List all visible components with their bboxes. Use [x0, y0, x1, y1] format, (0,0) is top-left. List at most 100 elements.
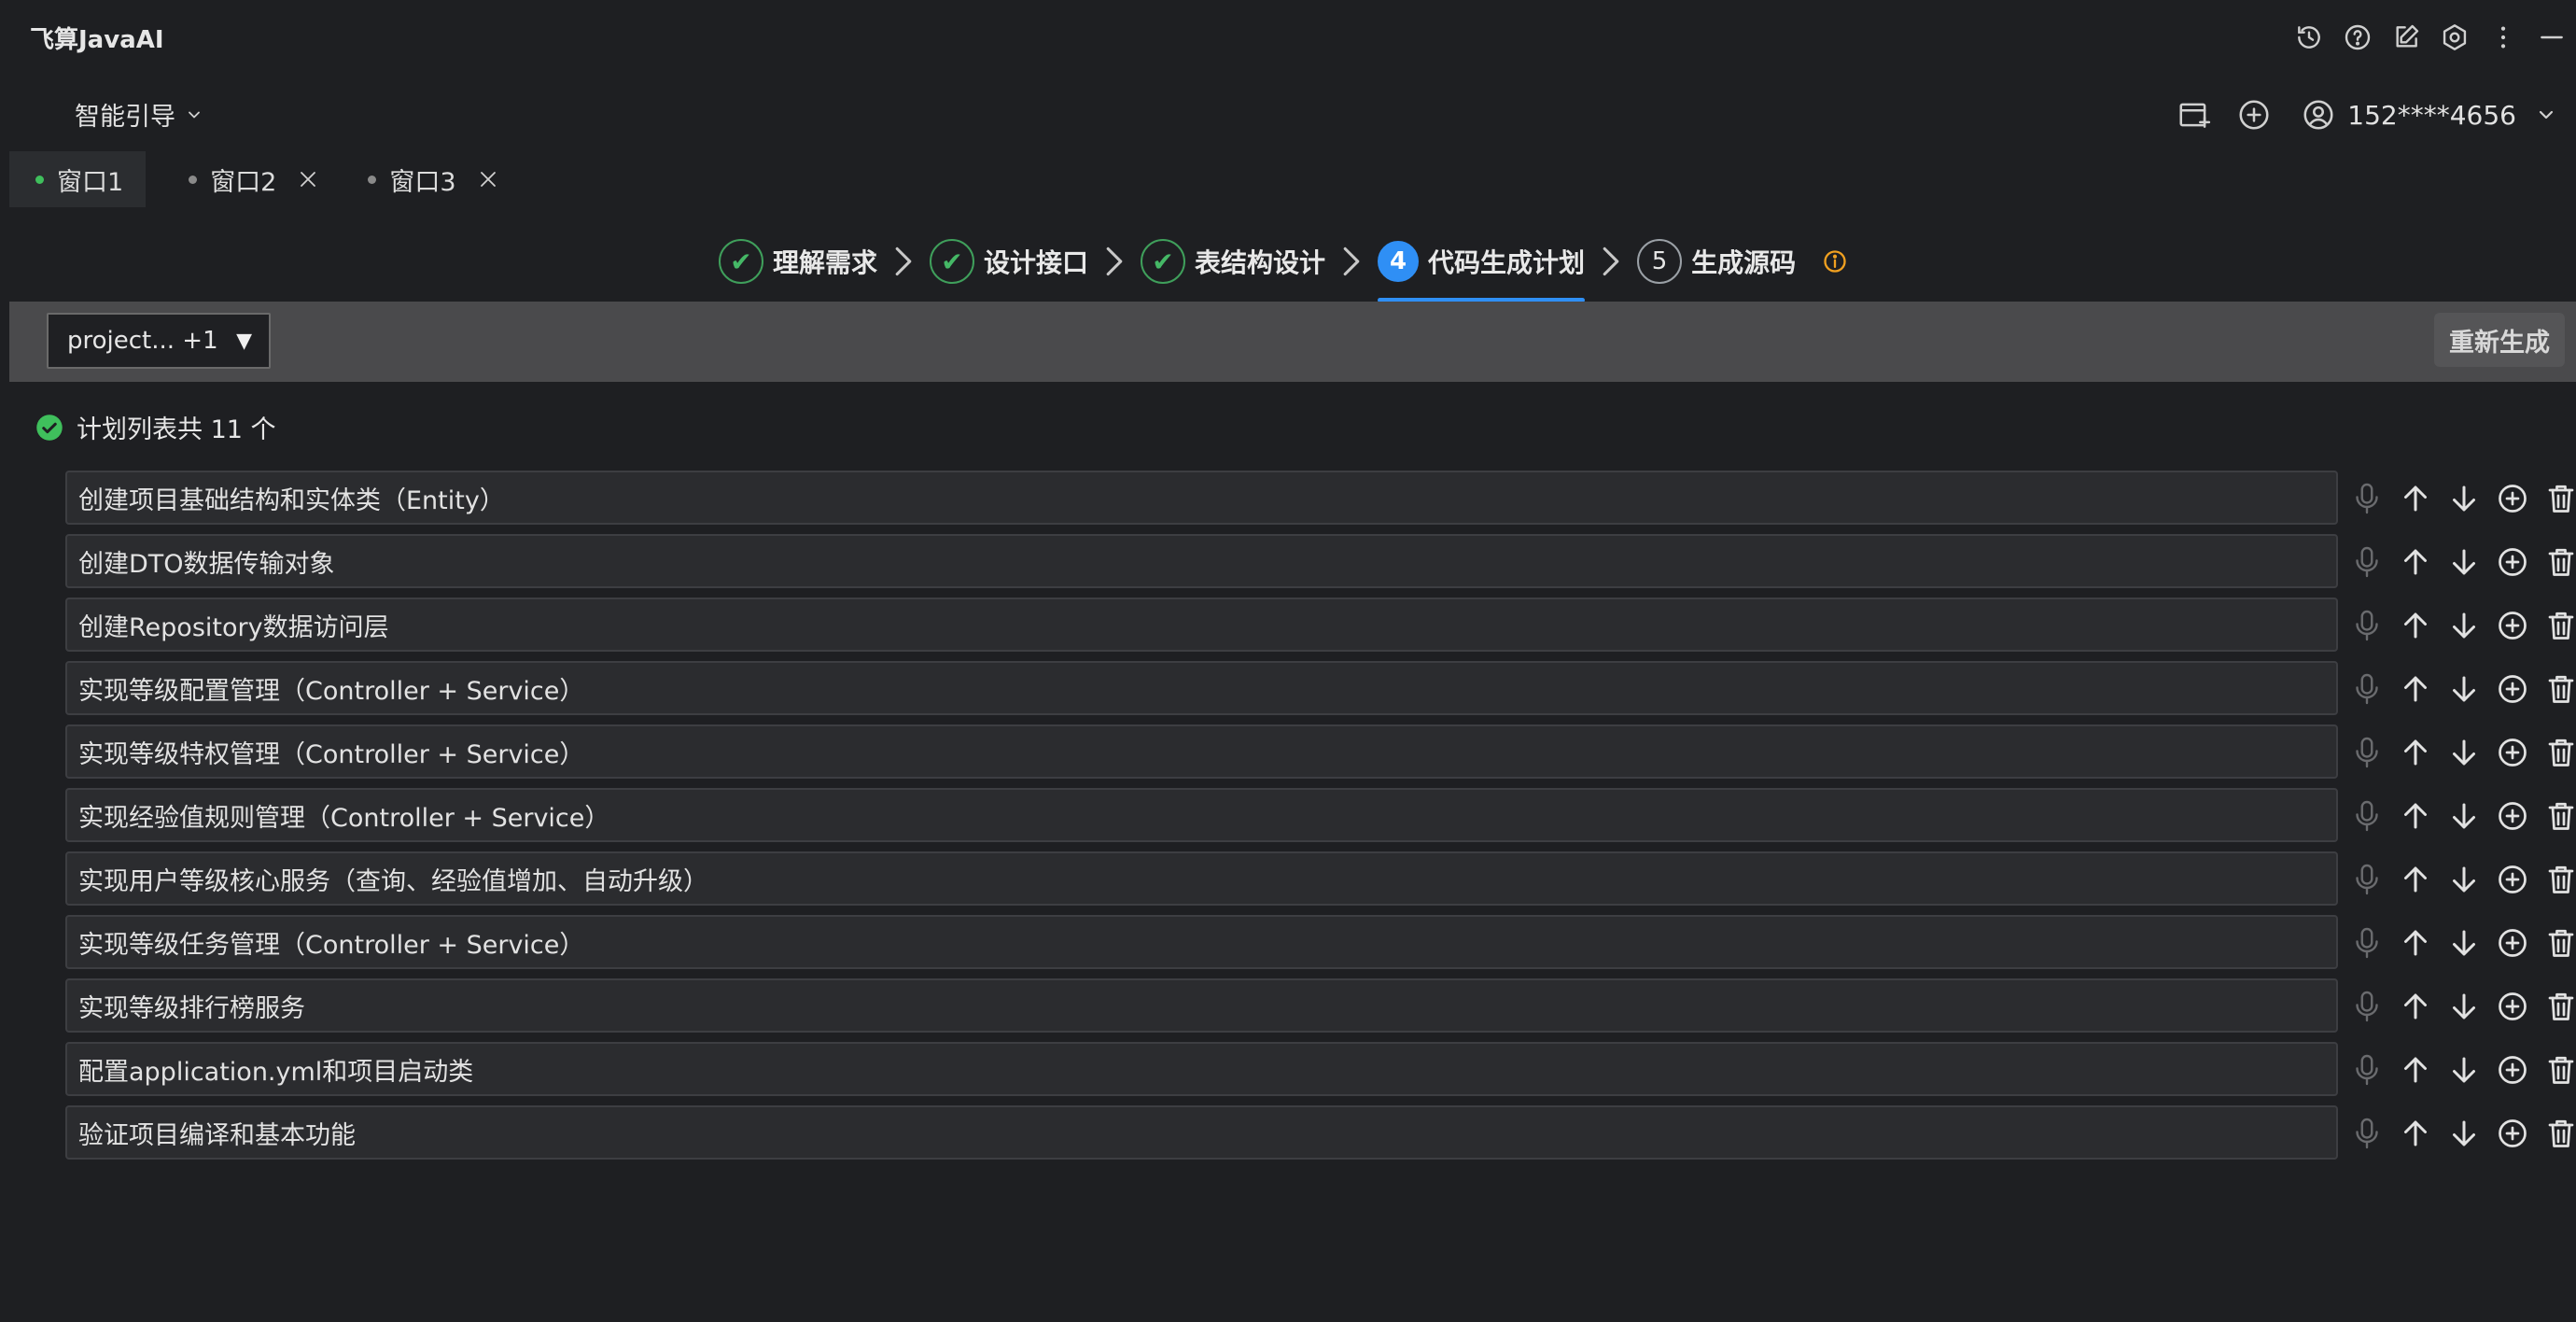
tab-window-1[interactable]: 窗口1 — [9, 151, 147, 207]
microphone-icon[interactable] — [2343, 1107, 2391, 1160]
microphone-icon[interactable] — [2343, 917, 2391, 969]
move-down-icon[interactable] — [2440, 536, 2488, 588]
add-item-icon[interactable] — [2488, 599, 2537, 652]
move-up-icon[interactable] — [2391, 726, 2440, 779]
move-down-icon[interactable] — [2440, 917, 2488, 969]
minimize-icon[interactable] — [2527, 17, 2576, 58]
move-down-icon[interactable] — [2440, 853, 2488, 906]
move-down-icon[interactable] — [2440, 472, 2488, 525]
move-up-icon[interactable] — [2391, 599, 2440, 652]
tab-status-dot — [189, 175, 198, 184]
move-up-icon[interactable] — [2391, 790, 2440, 842]
move-down-icon[interactable] — [2440, 1107, 2488, 1160]
microphone-icon[interactable] — [2343, 472, 2391, 525]
add-item-icon[interactable] — [2488, 1107, 2537, 1160]
plan-item-input[interactable]: 实现用户等级核心服务（查询、经验值增加、自动升级） — [65, 851, 2338, 906]
step-table-design[interactable]: ✔ 表结构设计 — [1141, 228, 1325, 295]
new-window-icon[interactable] — [2164, 92, 2224, 137]
plan-item-row: 配置application.yml和项目启动类 — [65, 1042, 2574, 1105]
add-item-icon[interactable] — [2488, 790, 2537, 842]
move-up-icon[interactable] — [2391, 472, 2440, 525]
plan-item-input[interactable]: 创建Repository数据访问层 — [65, 598, 2338, 652]
microphone-icon[interactable] — [2343, 853, 2391, 906]
history-icon[interactable] — [2285, 17, 2333, 58]
settings-icon[interactable] — [2430, 17, 2479, 58]
step-code-plan[interactable]: 4 代码生成计划 — [1378, 228, 1586, 302]
move-up-icon[interactable] — [2391, 917, 2440, 969]
move-down-icon[interactable] — [2440, 726, 2488, 779]
delete-icon[interactable] — [2537, 599, 2576, 652]
microphone-icon[interactable] — [2343, 663, 2391, 715]
move-up-icon[interactable] — [2391, 663, 2440, 715]
delete-icon[interactable] — [2537, 726, 2576, 779]
microphone-icon[interactable] — [2343, 1044, 2391, 1096]
step-understand-requirements[interactable]: ✔ 理解需求 — [719, 228, 877, 295]
plan-item-input[interactable]: 配置application.yml和项目启动类 — [65, 1042, 2338, 1096]
microphone-icon[interactable] — [2343, 726, 2391, 779]
move-up-icon[interactable] — [2391, 853, 2440, 906]
user-menu[interactable]: 152****4656 — [2301, 97, 2557, 133]
delete-icon[interactable] — [2537, 1107, 2576, 1160]
move-down-icon[interactable] — [2440, 980, 2488, 1033]
plan-item-input[interactable]: 实现等级任务管理（Controller + Service） — [65, 915, 2338, 969]
delete-icon[interactable] — [2537, 917, 2576, 969]
guide-dropdown[interactable]: 智能引导 — [75, 96, 203, 133]
edit-icon[interactable] — [2382, 17, 2430, 58]
delete-icon[interactable] — [2537, 853, 2576, 906]
app-window: 飞算JavaAI 智能引导 152****4656 窗口1 窗口2 窗口3 ✔ … — [0, 0, 2576, 1322]
plan-item-text: 创建Repository数据访问层 — [78, 612, 389, 642]
plan-item-input[interactable]: 实现等级配置管理（Controller + Service） — [65, 661, 2338, 715]
move-up-icon[interactable] — [2391, 536, 2440, 588]
project-select[interactable]: project... +1 ▼ — [47, 313, 271, 369]
move-up-icon[interactable] — [2391, 980, 2440, 1033]
plan-item-actions — [2343, 472, 2576, 525]
help-icon[interactable] — [2333, 17, 2382, 58]
plan-item-row: 验证项目编译和基本功能 — [65, 1105, 2574, 1169]
move-down-icon[interactable] — [2440, 1044, 2488, 1096]
microphone-icon[interactable] — [2343, 536, 2391, 588]
close-icon[interactable] — [477, 168, 499, 190]
move-down-icon[interactable] — [2440, 663, 2488, 715]
microphone-icon[interactable] — [2343, 980, 2391, 1033]
delete-icon[interactable] — [2537, 1044, 2576, 1096]
add-item-icon[interactable] — [2488, 472, 2537, 525]
more-options-icon[interactable] — [2479, 17, 2527, 58]
microphone-icon[interactable] — [2343, 790, 2391, 842]
move-down-icon[interactable] — [2440, 599, 2488, 652]
move-up-icon[interactable] — [2391, 1044, 2440, 1096]
add-icon[interactable] — [2224, 92, 2284, 137]
regenerate-button[interactable]: 重新生成 — [2434, 313, 2565, 367]
plan-item-input[interactable]: 实现等级排行榜服务 — [65, 978, 2338, 1033]
step-generate-source[interactable]: 5 生成源码 — [1637, 228, 1796, 295]
add-item-icon[interactable] — [2488, 853, 2537, 906]
delete-icon[interactable] — [2537, 980, 2576, 1033]
add-item-icon[interactable] — [2488, 536, 2537, 588]
info-icon[interactable] — [1822, 248, 1848, 274]
add-item-icon[interactable] — [2488, 917, 2537, 969]
step-design-api[interactable]: ✔ 设计接口 — [930, 228, 1088, 295]
tab-window-2[interactable]: 窗口2 — [162, 151, 342, 207]
delete-icon[interactable] — [2537, 472, 2576, 525]
plan-item-actions — [2343, 599, 2576, 652]
plan-item-input[interactable]: 实现经验值规则管理（Controller + Service） — [65, 788, 2338, 842]
delete-icon[interactable] — [2537, 536, 2576, 588]
check-circle-icon — [36, 414, 63, 441]
add-item-icon[interactable] — [2488, 980, 2537, 1033]
close-icon[interactable] — [297, 168, 319, 190]
guide-label: 智能引导 — [75, 103, 175, 132]
plan-item-input[interactable]: 实现等级特权管理（Controller + Service） — [65, 724, 2338, 779]
add-item-icon[interactable] — [2488, 663, 2537, 715]
move-down-icon[interactable] — [2440, 790, 2488, 842]
plan-item-input[interactable]: 验证项目编译和基本功能 — [65, 1105, 2338, 1160]
move-up-icon[interactable] — [2391, 1107, 2440, 1160]
delete-icon[interactable] — [2537, 790, 2576, 842]
microphone-icon[interactable] — [2343, 599, 2391, 652]
workflow-stepper: ✔ 理解需求 ✔ 设计接口 ✔ 表结构设计 4 代码生成计划 5 生成源码 — [719, 224, 1848, 302]
delete-icon[interactable] — [2537, 663, 2576, 715]
add-item-icon[interactable] — [2488, 1044, 2537, 1096]
plan-item-input[interactable]: 创建项目基础结构和实体类（Entity） — [65, 471, 2338, 525]
tab-window-3[interactable]: 窗口3 — [342, 151, 521, 207]
plan-item-input[interactable]: 创建DTO数据传输对象 — [65, 534, 2338, 588]
plan-item-row: 实现经验值规则管理（Controller + Service） — [65, 788, 2574, 851]
add-item-icon[interactable] — [2488, 726, 2537, 779]
